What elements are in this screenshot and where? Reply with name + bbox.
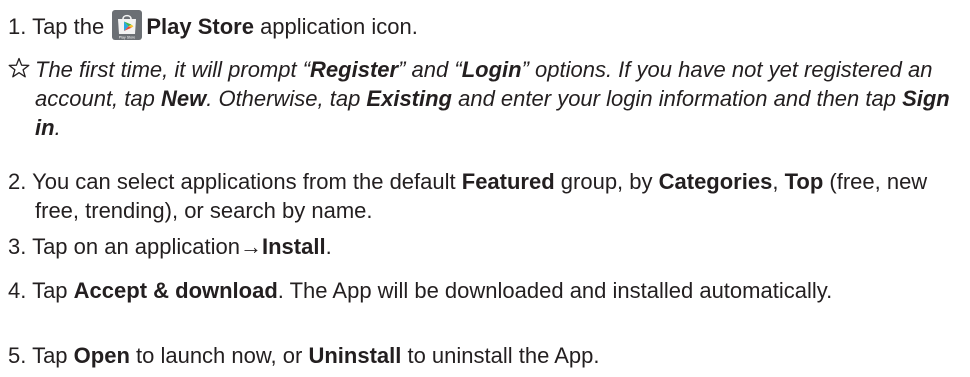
note-new: New [160, 86, 207, 111]
step-3-install: Install [262, 234, 326, 259]
note-existing: Existing [366, 86, 452, 111]
step-3-text-1: 3. Tap on an application→ [8, 234, 262, 259]
play-store-icon: Play Store [112, 10, 143, 40]
step-2: 2. You can select applications from the … [8, 167, 962, 225]
step-2-text-2: group, by [554, 169, 659, 194]
star-icon [8, 57, 30, 79]
step-2-featured: Featured [461, 169, 555, 194]
step-1-rest: application icon. [253, 14, 418, 39]
step-2-text-1: 2. You can select applications from the … [8, 169, 462, 194]
note-text-5: and enter your login information and the… [452, 86, 903, 111]
step-2-text-3: , [772, 169, 785, 194]
play-store-label: Play Store [146, 14, 254, 39]
step-4: 4. Tap Accept & download. The App will b… [8, 276, 962, 305]
step-2-top: Top [784, 169, 824, 194]
step-5-text-3: to uninstall the App. [401, 343, 600, 368]
step-4-text-2: . The App will be downloaded and install… [277, 278, 833, 303]
step-4-accept-download: Accept & download [73, 278, 278, 303]
step-5-uninstall: Uninstall [308, 343, 402, 368]
note-text-4: . Otherwise, tap [206, 86, 367, 111]
step-5-text-2: to launch now, or [129, 343, 309, 368]
note-text-6: . [54, 115, 61, 140]
step-1: 1. Tap the Play Store Play Store applica… [8, 10, 962, 41]
note-register: Register [310, 57, 399, 82]
step-4-text-1: 4. Tap [8, 278, 74, 303]
note-text-2: ” and “ [398, 57, 462, 82]
play-store-icon-label: Play Store [119, 35, 136, 39]
note-text-1: The first time, it will prompt “ [35, 57, 311, 82]
step-5: 5. Tap Open to launch now, or Uninstall … [8, 341, 962, 370]
step-1-text: 1. Tap the [8, 14, 111, 39]
step-5-text-1: 5. Tap [8, 343, 74, 368]
step-3-text-2: . [325, 234, 332, 259]
note-login: Login [461, 57, 522, 82]
step-5-open: Open [73, 343, 130, 368]
step-2-categories: Categories [658, 169, 773, 194]
login-note: The first time, it will prompt “Register… [8, 55, 962, 142]
step-3: 3. Tap on an application→Install. [8, 232, 962, 261]
